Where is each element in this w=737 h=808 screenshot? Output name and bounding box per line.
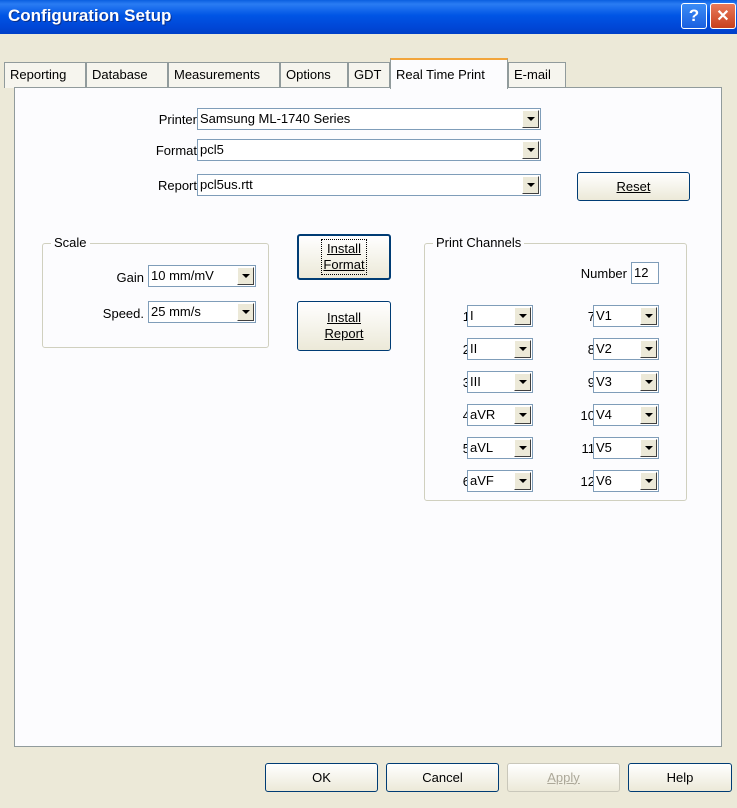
tab-label: E-mail [514, 67, 551, 82]
number-input[interactable]: 12 [631, 262, 659, 284]
tab-options[interactable]: Options [280, 62, 348, 88]
channel-select[interactable]: V2 [593, 338, 659, 360]
channel-select[interactable]: V4 [593, 404, 659, 426]
chevron-down-icon[interactable] [640, 340, 657, 358]
gain-label: Gain [116, 270, 144, 285]
tab-measurements[interactable]: Measurements [168, 62, 280, 88]
speed-label: Speed. [102, 306, 144, 321]
scale-group: Scale Gain 10 mm/mV Speed. 25 mm/s [42, 235, 269, 348]
chevron-down-icon[interactable] [514, 373, 531, 391]
channel-value: V2 [596, 341, 612, 356]
ok-button[interactable]: OK [265, 763, 378, 792]
tab-label: Reporting [10, 67, 67, 82]
cancel-button[interactable]: Cancel [386, 763, 499, 792]
channel-select[interactable]: III [467, 371, 533, 393]
chevron-down-icon[interactable] [640, 472, 657, 490]
channel-value: aVR [470, 407, 496, 422]
number-label: Number [580, 266, 627, 281]
print-channels-title: Print Channels [433, 235, 525, 250]
tab-label: Measurements [174, 67, 260, 82]
install-report-button[interactable]: Install Report [297, 301, 391, 351]
channel-select[interactable]: II [467, 338, 533, 360]
close-button[interactable]: ✕ [710, 3, 736, 29]
speed-select[interactable]: 25 mm/s [148, 301, 256, 323]
format-select[interactable]: pcl5 [197, 139, 541, 161]
report-label: Report [157, 178, 197, 193]
cancel-label: Cancel [422, 769, 463, 785]
tab-gdt[interactable]: GDT [348, 62, 390, 88]
real-time-print-panel: Printer Samsung ML-1740 Series Format pc… [14, 87, 722, 747]
channel-value: V3 [596, 374, 612, 389]
channel-select[interactable]: V6 [593, 470, 659, 492]
chevron-down-icon[interactable] [237, 303, 254, 321]
chevron-down-icon[interactable] [514, 472, 531, 490]
channel-value: II [470, 341, 478, 356]
format-value: pcl5 [200, 142, 224, 157]
chevron-down-icon[interactable] [640, 373, 657, 391]
channel-select[interactable]: V3 [593, 371, 659, 393]
help-title-button[interactable]: ? [681, 3, 707, 29]
install-report-label: Install Report [324, 310, 364, 341]
chevron-down-icon[interactable] [522, 110, 539, 128]
chevron-down-icon[interactable] [522, 141, 539, 159]
channel-select[interactable]: I [467, 305, 533, 327]
channel-value: V5 [596, 440, 612, 455]
apply-label: Apply [547, 769, 580, 785]
report-select[interactable]: pcl5us.rtt [197, 174, 541, 196]
tab-reporting[interactable]: Reporting [4, 62, 86, 88]
number-value: 12 [634, 265, 649, 280]
channel-value: V1 [596, 308, 612, 323]
tab-label: Real Time Print [396, 67, 485, 82]
speed-value: 25 mm/s [151, 304, 201, 319]
title-bar: Configuration Setup ? ✕ [0, 0, 737, 34]
channel-value: V6 [596, 473, 612, 488]
channel-select[interactable]: V1 [593, 305, 659, 327]
chevron-down-icon[interactable] [237, 267, 254, 285]
channel-value: aVL [470, 440, 494, 455]
chevron-down-icon[interactable] [640, 307, 657, 325]
channel-select[interactable]: aVF [467, 470, 533, 492]
report-value: pcl5us.rtt [200, 177, 253, 192]
install-format-button[interactable]: Install Format [297, 234, 391, 280]
chevron-down-icon[interactable] [522, 176, 539, 194]
apply-button[interactable]: Apply [507, 763, 620, 792]
channel-value: V4 [596, 407, 612, 422]
channel-value: aVF [470, 473, 494, 488]
printer-label: Printer [158, 112, 197, 127]
reset-label: Reset [616, 178, 651, 194]
window-title: Configuration Setup [8, 6, 172, 25]
tab-real-time-print[interactable]: Real Time Print [390, 58, 508, 89]
help-icon: ? [688, 6, 700, 25]
tab-label: GDT [354, 67, 382, 82]
channel-value: III [470, 374, 481, 389]
chevron-down-icon[interactable] [514, 340, 531, 358]
channel-select[interactable]: V5 [593, 437, 659, 459]
install-format-label: Install Format [321, 239, 367, 275]
chevron-down-icon[interactable] [640, 406, 657, 424]
reset-button[interactable]: Reset [577, 172, 690, 201]
ok-label: OK [312, 769, 331, 785]
close-icon: ✕ [716, 8, 730, 25]
channel-select[interactable]: aVL [467, 437, 533, 459]
chevron-down-icon[interactable] [514, 406, 531, 424]
chevron-down-icon[interactable] [514, 439, 531, 457]
chevron-down-icon[interactable] [640, 439, 657, 457]
help-label: Help [666, 769, 694, 785]
format-label: Format [155, 143, 197, 158]
tab-label: Database [92, 67, 148, 82]
help-button[interactable]: Help [628, 763, 732, 792]
printer-value: Samsung ML-1740 Series [200, 111, 351, 126]
gain-value: 10 mm/mV [151, 268, 214, 283]
tab-email[interactable]: E-mail [508, 62, 566, 88]
gain-select[interactable]: 10 mm/mV [148, 265, 256, 287]
tab-database[interactable]: Database [86, 62, 168, 88]
print-channels-group: Print Channels Number 12 1I2II3III4aVR5a… [424, 235, 687, 501]
tab-label: Options [286, 67, 331, 82]
scale-title: Scale [51, 235, 90, 250]
channel-value: I [470, 308, 474, 323]
channel-select[interactable]: aVR [467, 404, 533, 426]
chevron-down-icon[interactable] [514, 307, 531, 325]
printer-select[interactable]: Samsung ML-1740 Series [197, 108, 541, 130]
